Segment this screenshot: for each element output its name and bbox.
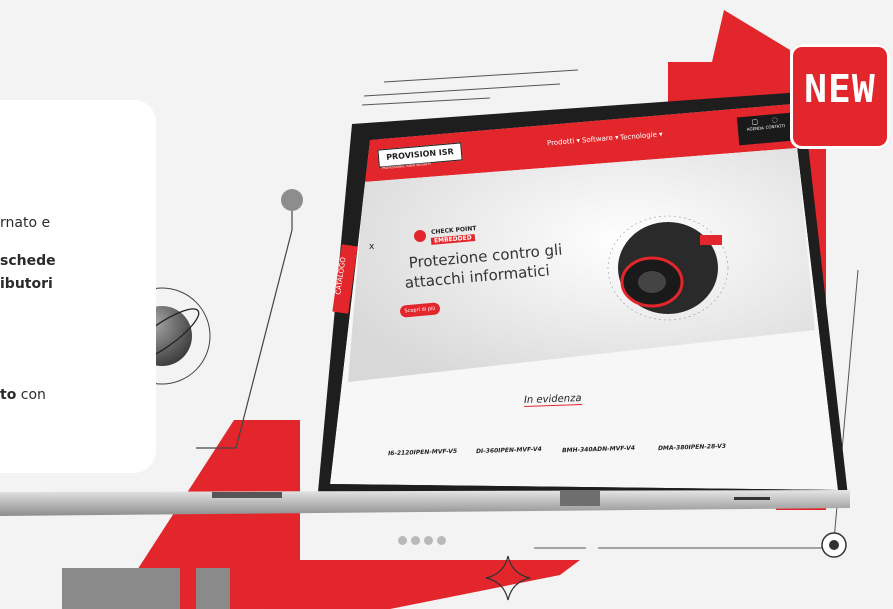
section-title: In evidenza [523,392,582,408]
laptop [0,92,850,516]
new-badge-label: NEW [804,67,876,111]
laptop-base [0,490,850,516]
carousel-dot[interactable] [424,536,433,545]
contatti-button[interactable]: ◌ CONTATTI [763,115,786,130]
carousel-dot[interactable] [437,536,446,545]
checkpoint-logo-icon [414,230,426,242]
laptop-port [734,497,770,500]
laptop-notch [212,492,282,498]
new-badge: NEW [790,44,890,149]
laptop-hinge [560,490,600,506]
catalog-close-icon[interactable]: x [369,242,374,252]
carousel-dot[interactable] [398,536,407,545]
carousel-dot[interactable] [411,536,420,545]
carousel-dots[interactable] [398,530,450,549]
